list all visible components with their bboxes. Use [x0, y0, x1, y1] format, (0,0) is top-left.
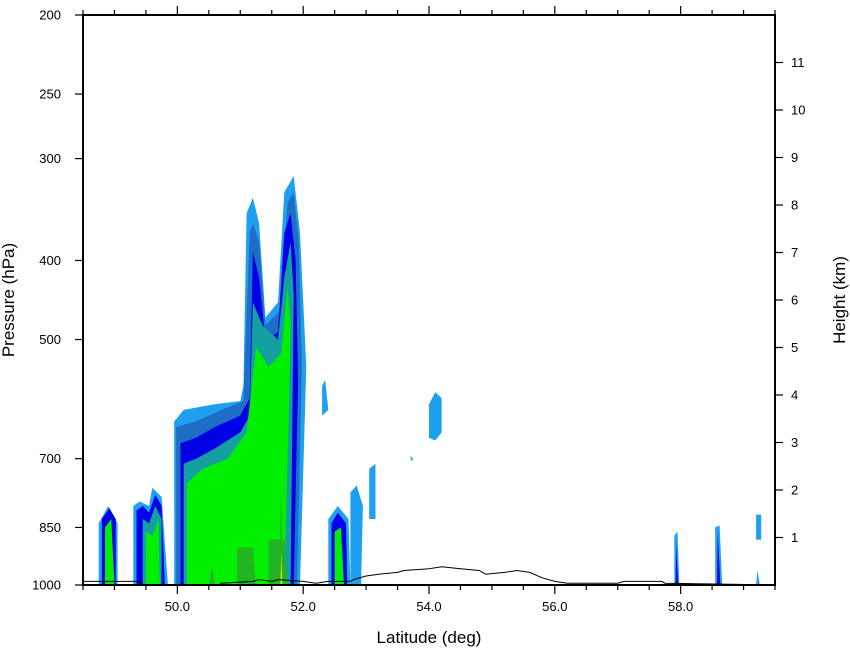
x-tick-label: 56.0 [542, 599, 567, 614]
y-tick-label: 400 [39, 253, 61, 268]
y2-tick-label: 7 [791, 245, 798, 260]
contour-region-21 [369, 463, 376, 519]
y-tick-label: 1000 [32, 578, 61, 593]
contour-regions [98, 175, 762, 586]
y-tick-label: 500 [39, 332, 61, 347]
contour-region-14 [268, 539, 288, 585]
contour-region-22 [410, 456, 414, 462]
y2-tick-label: 3 [791, 435, 798, 450]
y2-tick-label: 2 [791, 483, 798, 498]
y-tick-label: 850 [39, 520, 61, 535]
x-tick-label: 50.0 [165, 599, 190, 614]
x-tick-label: 52.0 [291, 599, 316, 614]
y-tick-label: 300 [39, 151, 61, 166]
contour-region-23 [429, 392, 442, 441]
y-tick-label: 250 [39, 87, 61, 102]
x-tick-label: 58.0 [668, 599, 693, 614]
y2-axis-label: Height (km) [830, 256, 849, 344]
contour-region-24 [322, 379, 329, 416]
contour-region-20 [350, 485, 363, 585]
x-axis-label: Latitude (deg) [377, 628, 482, 647]
y2-tick-label: 1 [791, 530, 798, 545]
contour-region-30 [756, 570, 760, 585]
y2-tick-label: 10 [791, 103, 805, 118]
x-tick-label: 54.0 [416, 599, 441, 614]
y2-tick-label: 5 [791, 340, 798, 355]
y2-tick-label: 4 [791, 388, 798, 403]
y2-tick-label: 6 [791, 293, 798, 308]
y2-tick-label: 9 [791, 150, 798, 165]
y-axis-label: Pressure (hPa) [0, 243, 18, 357]
y2-tick-label: 11 [791, 55, 805, 70]
contour-region-29 [756, 514, 762, 540]
chart: 50.0 52.0 54.0 56.0 58.020025030040050070085… [0, 6, 849, 647]
contour-region-13 [237, 547, 256, 585]
y2-tick-label: 8 [791, 198, 798, 213]
y-tick-label: 200 [39, 8, 61, 23]
y-tick-label: 700 [39, 451, 61, 466]
